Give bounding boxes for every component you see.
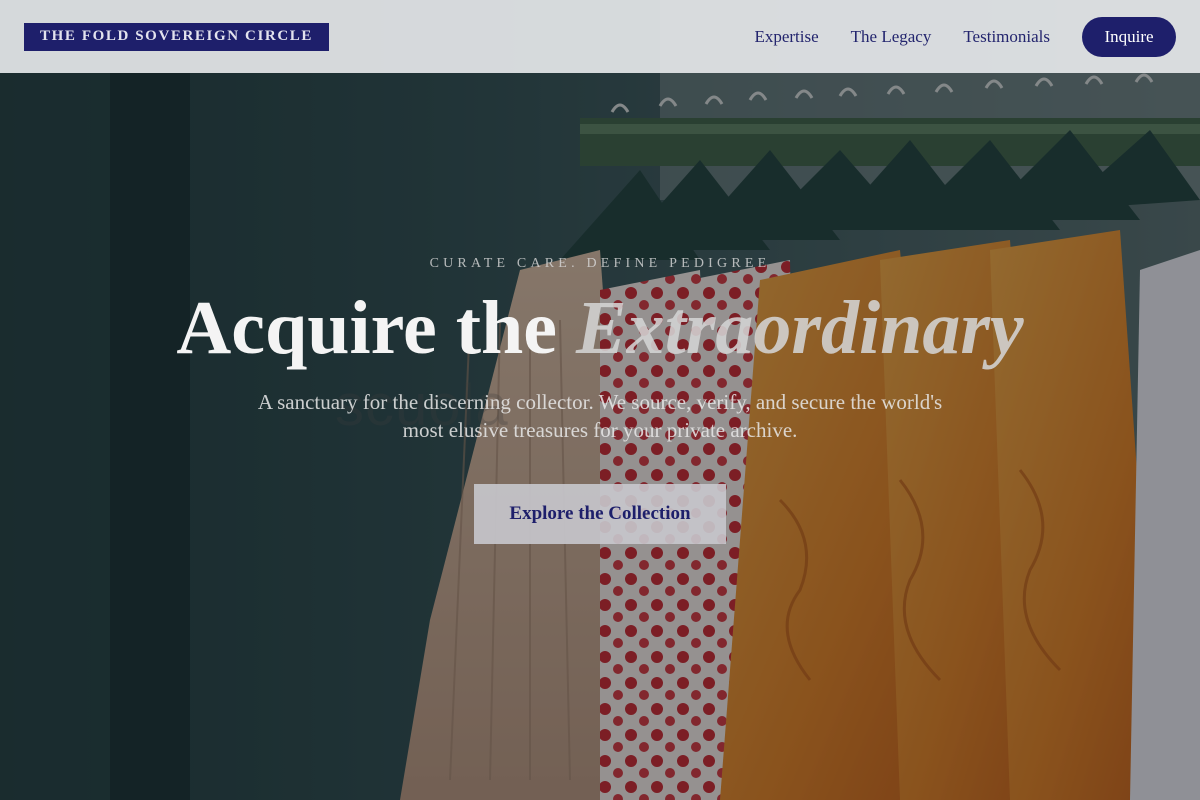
hero-headline: Acquire the Extraordinary (0, 288, 1200, 368)
explore-collection-button[interactable]: Explore the Collection (474, 484, 726, 544)
hero-eyebrow: CURATE CARE. DEFINE PEDIGREE (429, 256, 771, 271)
hero-subtext: A sanctuary for the discerning collector… (257, 390, 943, 442)
headline-main: Acquire the (176, 286, 557, 370)
headline-accent: Extraordinary (576, 286, 1024, 370)
hero-content: scuola CURATE CARE. DEFINE PEDIGREE Acqu… (0, 0, 1200, 800)
